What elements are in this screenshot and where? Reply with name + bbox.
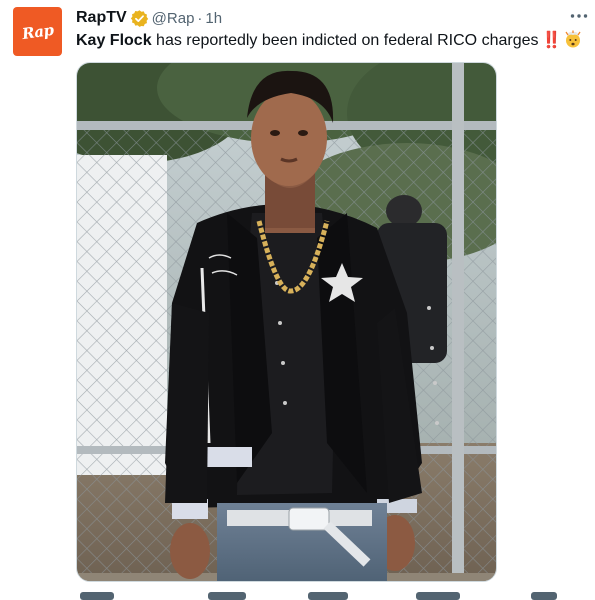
avatar-logo-text: Rap [20, 20, 55, 43]
avatar[interactable]: Rap [13, 7, 62, 56]
exploding-head-emoji-icon [564, 30, 582, 48]
verified-badge-icon [130, 9, 149, 28]
like-action-icon[interactable] [308, 592, 348, 600]
more-options-icon [570, 14, 588, 18]
tweet-text-body: has reportedly been indicted on federal … [151, 32, 539, 49]
separator-dot: · [197, 9, 203, 27]
photo-image [77, 63, 496, 581]
tweet-photo[interactable] [76, 62, 497, 582]
display-name[interactable]: RapTV [76, 9, 127, 27]
user-handle[interactable]: @Rap [152, 10, 195, 27]
tweet-header: RapTV @Rap · 1h [76, 7, 222, 29]
tweet[interactable]: Rap RapTV @Rap · 1h Kay Flock has report… [0, 0, 595, 600]
tweet-text: Kay Flock has reportedly been indicted o… [76, 30, 581, 51]
tweet-text-bold: Kay Flock [76, 32, 152, 49]
views-action-icon[interactable] [416, 592, 460, 600]
timestamp[interactable]: 1h [205, 10, 222, 27]
tweet-actions-row [76, 592, 581, 600]
more-options-button[interactable] [567, 6, 591, 26]
share-action-icon[interactable] [531, 592, 557, 600]
reply-action-icon[interactable] [80, 592, 114, 600]
retweet-action-icon[interactable] [208, 592, 246, 600]
double-exclamation-emoji: ‼️ [541, 32, 561, 49]
